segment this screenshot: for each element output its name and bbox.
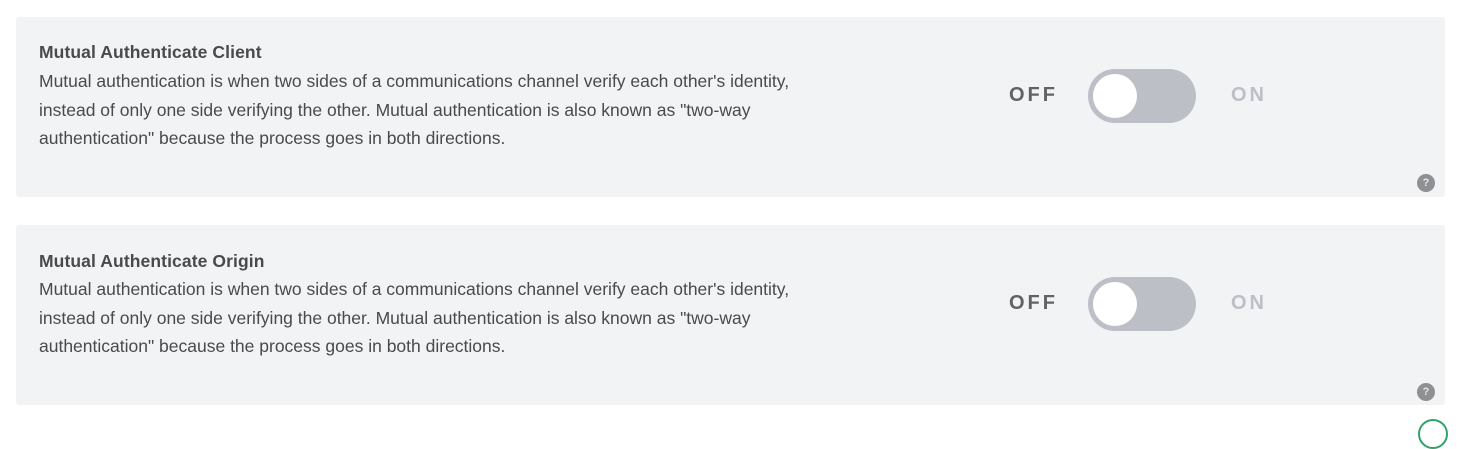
toggle-knob [1093,282,1137,326]
mutual-authenticate-origin-toggle[interactable] [1088,277,1196,331]
setting-card-mutual-authenticate-origin: Mutual Authenticate Origin Mutual authen… [16,225,1445,405]
toggle-on-label[interactable]: ON [1231,292,1267,315]
toggle-knob [1093,74,1137,118]
setting-description: Mutual authentication is when two sides … [39,71,790,148]
setting-card-mutual-authenticate-client: Mutual Authenticate Client Mutual authen… [16,17,1445,197]
setting-description: Mutual authentication is when two sides … [39,279,790,356]
scroll-indicator-icon [1418,419,1448,449]
mutual-authenticate-client-toggle[interactable] [1088,69,1196,123]
toggle-on-label[interactable]: ON [1231,84,1267,107]
toggle-off-label[interactable]: OFF [1009,84,1058,107]
help-icon[interactable]: ? [1417,174,1435,192]
toggle-off-label[interactable]: OFF [1009,292,1058,315]
setting-title: Mutual Authenticate Client [39,42,262,62]
setting-title: Mutual Authenticate Origin [39,251,265,271]
help-icon[interactable]: ? [1417,383,1435,401]
